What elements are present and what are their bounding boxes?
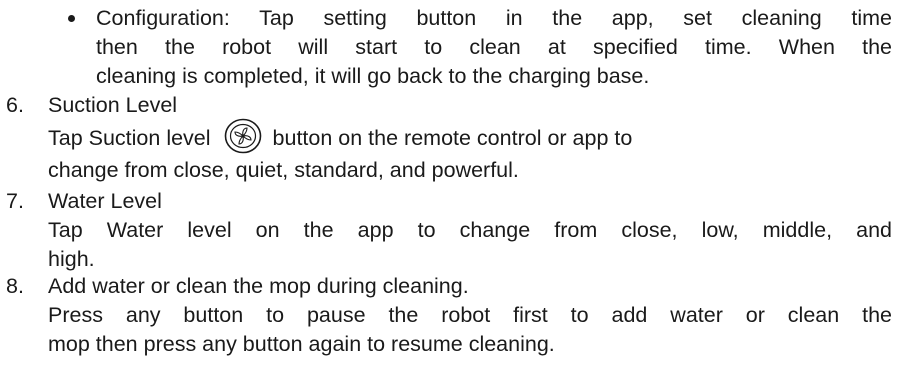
section-text-before-icon: Tap Suction level	[48, 126, 211, 150]
configuration-bullet: Configuration: Tap setting button in the…	[96, 4, 892, 91]
section-body: Add water or clean the mop during cleani…	[48, 272, 892, 359]
section-line-1: Tap Water level on the app to change fro…	[48, 218, 892, 242]
bullet-line-2: then the robot will start to clean at sp…	[96, 35, 892, 59]
bullet-line-1: Configuration: Tap setting button in the…	[96, 6, 892, 30]
section-text-after-icon: button on the remote control or app to	[272, 126, 633, 150]
section-body: Water Level Tap Water level on the app t…	[48, 187, 892, 274]
section-number: 8.	[6, 274, 24, 298]
section-line-2: change from close, quiet, standard, and …	[48, 158, 519, 182]
manual-page: Configuration: Tap setting button in the…	[0, 0, 906, 388]
suction-fan-icon	[224, 119, 261, 154]
section-number: 7.	[6, 189, 24, 213]
section-line-1: Press any button to pause the robot firs…	[48, 303, 892, 327]
bullet-line-3: cleaning is completed, it will go back t…	[96, 64, 650, 88]
section-body: Suction Level Tap Suction level button o…	[48, 91, 892, 185]
section-title: Add water or clean the mop during cleani…	[48, 274, 469, 298]
section-number: 6.	[6, 93, 24, 117]
section-title: Suction Level	[48, 93, 178, 117]
section-line-2: mop then press any button again to resum…	[48, 332, 555, 356]
section-line-1: Tap Suction level button on the remote c…	[48, 119, 892, 156]
section-title: Water Level	[48, 189, 162, 213]
bullet-dot	[68, 15, 75, 22]
section-line-2: high.	[48, 247, 95, 271]
